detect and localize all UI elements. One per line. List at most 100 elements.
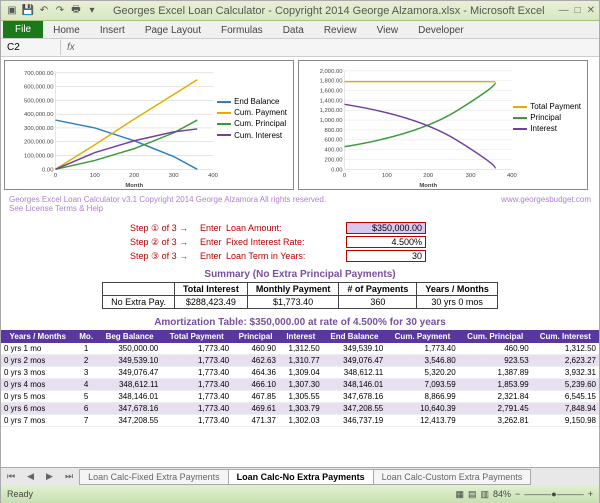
svg-text:1,200.00: 1,200.00 xyxy=(320,108,344,114)
amort-header: Total Payment xyxy=(161,330,232,343)
interest-rate-input[interactable]: 4.500% xyxy=(346,236,426,248)
amort-header: Cum. Principal xyxy=(459,330,532,343)
amort-header: End Balance xyxy=(323,330,387,343)
tab-view[interactable]: View xyxy=(367,23,409,38)
redo-icon[interactable]: ↷ xyxy=(53,4,67,18)
table-row[interactable]: 0 yrs 6 mos6347,678.161,773.40469.611,30… xyxy=(1,403,599,415)
svg-text:100: 100 xyxy=(90,173,101,179)
view-layout-icon[interactable]: ▤ xyxy=(468,489,477,500)
tab-nav-next-icon[interactable]: ▶ xyxy=(40,471,59,482)
view-normal-icon[interactable]: ▦ xyxy=(455,489,464,500)
svg-text:500,000.00: 500,000.00 xyxy=(24,98,54,104)
loan-inputs: Step ① of 3 → Enter Loan Amount: $350,00… xyxy=(130,221,470,263)
loan-term-input[interactable]: 30 xyxy=(346,250,426,262)
view-break-icon[interactable]: ▥ xyxy=(481,489,490,500)
svg-text:1,400.00: 1,400.00 xyxy=(320,98,344,104)
svg-text:0: 0 xyxy=(343,173,347,179)
ribbon-tabs: File Home Insert Page Layout Formulas Da… xyxy=(1,21,599,39)
svg-text:1,800.00: 1,800.00 xyxy=(320,79,344,85)
sheet-tab-fixed-extra[interactable]: Loan Calc-Fixed Extra Payments xyxy=(79,469,229,485)
tab-nav-last-icon[interactable]: ⏭ xyxy=(59,471,79,482)
tab-data[interactable]: Data xyxy=(273,23,314,38)
tab-page-layout[interactable]: Page Layout xyxy=(135,23,211,38)
table-row[interactable]: 0 yrs 5 mos5348,146.011,773.40467.851,30… xyxy=(1,391,599,403)
table-row[interactable]: 0 yrs 3 mos3349,076.471,773.40464.361,30… xyxy=(1,367,599,379)
tab-nav-first-icon[interactable]: ⏮ xyxy=(1,471,21,482)
title-bar: ▣ 💾 ↶ ↷ 🖶 ▾ Georges Excel Loan Calculato… xyxy=(1,1,599,21)
svg-text:400: 400 xyxy=(208,173,219,179)
step2-label: Step ② of 3 → xyxy=(130,237,200,248)
tab-developer[interactable]: Developer xyxy=(408,23,474,38)
window-title: Georges Excel Loan Calculator - Copyrigh… xyxy=(99,5,559,17)
maximize-icon[interactable]: □ xyxy=(575,5,581,16)
step1-label: Step ① of 3 → xyxy=(130,223,200,234)
svg-text:300,000.00: 300,000.00 xyxy=(24,126,54,132)
svg-text:2,000.00: 2,000.00 xyxy=(320,69,344,75)
sheet-tabs: ⏮ ◀ ▶ ⏭ Loan Calc-Fixed Extra Payments L… xyxy=(1,467,599,485)
name-box[interactable]: C2 xyxy=(1,40,61,55)
svg-text:600.00: 600.00 xyxy=(325,138,344,144)
table-row[interactable]: 0 yrs 2 mos2349,539.101,773.40462.631,31… xyxy=(1,355,599,367)
svg-text:1,000.00: 1,000.00 xyxy=(320,118,344,124)
loan-amount-input[interactable]: $350,000.00 xyxy=(346,222,426,234)
amortization-table: Years / MonthsMo.Beg BalanceTotal Paymen… xyxy=(1,330,599,427)
svg-text:200: 200 xyxy=(129,173,140,179)
svg-text:Month: Month xyxy=(125,183,143,189)
tab-review[interactable]: Review xyxy=(314,23,367,38)
qat-more-icon[interactable]: ▾ xyxy=(85,4,99,18)
table-row[interactable]: 0 yrs 7 mos7347,208.551,773.40471.371,30… xyxy=(1,415,599,427)
svg-text:0.00: 0.00 xyxy=(331,167,343,173)
svg-text:Month: Month xyxy=(419,183,437,189)
svg-text:200,000.00: 200,000.00 xyxy=(24,140,54,146)
worksheet-area[interactable]: 0.00100,000.00 200,000.00300,000.00 400,… xyxy=(1,57,599,467)
undo-icon[interactable]: ↶ xyxy=(37,4,51,18)
copyright-text: Georges Excel Loan Calculator v3.1 Copyr… xyxy=(9,195,326,204)
status-ready: Ready xyxy=(7,489,33,499)
svg-text:100: 100 xyxy=(382,173,393,179)
amort-header: Years / Months xyxy=(1,330,75,343)
svg-text:800.00: 800.00 xyxy=(325,128,344,134)
chart-cumulative[interactable]: 0.00100,000.00 200,000.00300,000.00 400,… xyxy=(4,60,294,190)
amort-header: Beg Balance xyxy=(98,330,162,343)
tab-file[interactable]: File xyxy=(3,21,43,38)
amort-header: Cum. Payment xyxy=(386,330,458,343)
amort-header: Principal xyxy=(232,330,279,343)
amort-header: Mo. xyxy=(75,330,98,343)
summary-title: Summary (No Extra Principal Payments) xyxy=(1,269,599,280)
table-row[interactable]: 0 yrs 1 mo1350,000.001,773.40460.901,312… xyxy=(1,343,599,355)
svg-text:300: 300 xyxy=(169,173,180,179)
zoom-slider[interactable]: ———●——— xyxy=(524,489,583,499)
zoom-in-icon[interactable]: + xyxy=(588,489,593,499)
svg-text:0.00: 0.00 xyxy=(42,167,54,173)
license-link[interactable]: See License Terms & Help xyxy=(9,204,103,213)
sheet-tab-no-extra[interactable]: Loan Calc-No Extra Payments xyxy=(228,469,374,485)
formula-bar: C2 fx xyxy=(1,39,599,57)
sheet-tab-custom-extra[interactable]: Loan Calc-Custom Extra Payments xyxy=(373,469,532,485)
svg-text:300: 300 xyxy=(466,173,477,179)
tab-home[interactable]: Home xyxy=(43,23,90,38)
chart2-legend: Total Payment Principal Interest xyxy=(513,101,581,135)
svg-text:0: 0 xyxy=(54,173,58,179)
print-icon[interactable]: 🖶 xyxy=(69,4,83,18)
svg-text:700,000.00: 700,000.00 xyxy=(24,71,54,77)
zoom-level[interactable]: 84% xyxy=(493,489,511,499)
tab-nav-prev-icon[interactable]: ◀ xyxy=(21,471,40,482)
chart-payment-breakdown[interactable]: 0.00 200.00 400.00 600.00 800.00 1,000.00 1,… xyxy=(298,60,588,190)
svg-text:200: 200 xyxy=(423,173,434,179)
svg-text:400.00: 400.00 xyxy=(325,148,344,154)
close-icon[interactable]: ✕ xyxy=(587,5,595,16)
svg-text:600,000.00: 600,000.00 xyxy=(24,85,54,91)
tab-insert[interactable]: Insert xyxy=(90,23,135,38)
quick-access-toolbar: ▣ 💾 ↶ ↷ 🖶 ▾ xyxy=(5,4,99,18)
amort-title: Amortization Table: $350,000.00 at rate … xyxy=(1,317,599,328)
svg-text:100,000.00: 100,000.00 xyxy=(24,153,54,159)
fx-icon[interactable]: fx xyxy=(61,42,81,53)
zoom-out-icon[interactable]: − xyxy=(515,489,520,499)
tab-formulas[interactable]: Formulas xyxy=(211,23,273,38)
amort-header: Cum. Interest xyxy=(532,330,599,343)
table-row[interactable]: 0 yrs 4 mos4348,612.111,773.40466.101,30… xyxy=(1,379,599,391)
website-link[interactable]: www.georgesbudget.com xyxy=(501,195,591,213)
save-icon[interactable]: 💾 xyxy=(21,4,35,18)
svg-text:200.00: 200.00 xyxy=(325,157,344,163)
minimize-icon[interactable]: — xyxy=(559,5,569,16)
